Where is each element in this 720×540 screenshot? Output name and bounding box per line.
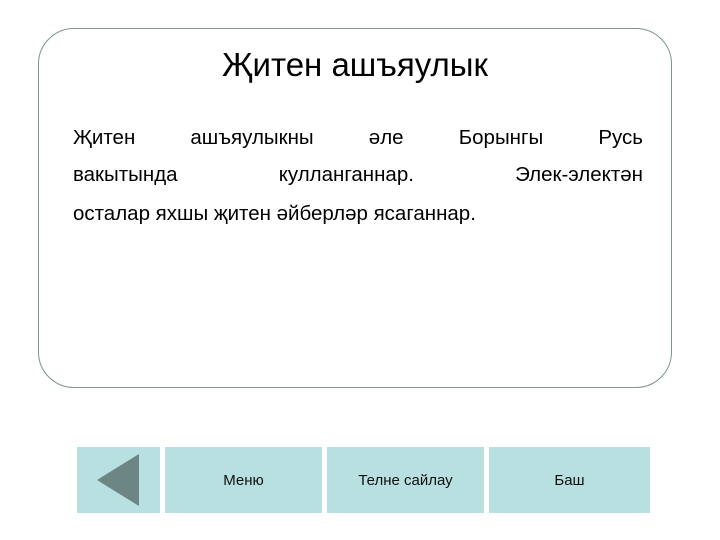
language-select-button[interactable]: Телне сайлау [327,447,484,513]
body-line-3: осталар яхшы җитен әйберләр ясаганнар. [73,202,476,225]
body-text: Җитен ашъяулыкны әле Борынгы Русь вакыты… [73,119,643,232]
home-button-label: Баш [554,471,585,489]
back-arrow-icon [96,454,139,506]
content-card: Җитен ашъяулык Җитен ашъяулыкны әле Боры… [38,28,672,388]
body-line-1: Җитен ашъяулыкны әле Борынгы Русь [73,119,643,156]
back-button[interactable] [77,447,160,513]
body-line-2: вакытында кулланганнар. Элек-электән [73,156,643,193]
language-select-button-label: Телне сайлау [358,471,453,489]
body-word: ашъяулыкны [190,126,314,149]
body-word: кулланганнар. [278,163,414,186]
menu-button[interactable]: Меню [165,447,322,513]
body-word: Элек-электән [515,163,643,186]
page-title: Җитен ашъяулык [222,46,488,83]
body-word: вакытында [73,163,178,186]
body-word: әле [368,126,404,149]
slide-canvas: Җитен ашъяулык Җитен ашъяулыкны әле Боры… [0,0,720,540]
body-word: Русь [598,126,643,149]
menu-button-label: Меню [223,471,264,489]
body-word: Борынгы [458,126,544,149]
navigation-bar: Меню Телне сайлау Баш [0,447,720,513]
home-button[interactable]: Баш [489,447,650,513]
body-word: Җитен [73,126,136,149]
